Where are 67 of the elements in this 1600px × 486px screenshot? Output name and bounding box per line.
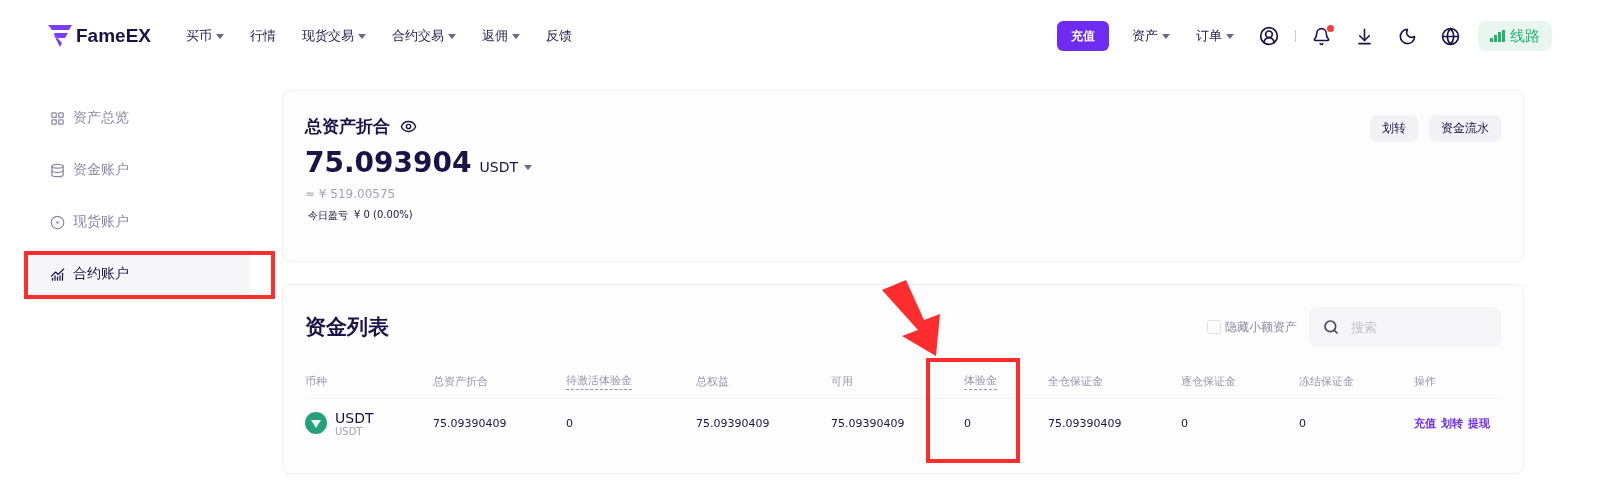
menu-link[interactable]: 订单: [1196, 27, 1234, 45]
nav-link[interactable]: 返佣: [482, 27, 520, 45]
download-icon[interactable]: [1355, 26, 1374, 46]
caret-icon: [1226, 33, 1234, 39]
checkbox-label: 隐藏小额资产: [1225, 318, 1297, 336]
nav-link[interactable]: 反馈: [546, 27, 572, 45]
checkbox[interactable]: [1207, 320, 1221, 334]
column-header: 可用: [831, 373, 853, 390]
logo-text: FameEX: [76, 25, 151, 47]
column-header: 总权益: [696, 373, 729, 390]
nav-link[interactable]: 现货交易: [302, 27, 366, 45]
action-link[interactable]: 提现: [1468, 415, 1490, 431]
signal-icon: [1490, 30, 1506, 42]
fiat-value: ≈ ¥ 519.00575: [305, 187, 397, 201]
nav-link[interactable]: 买币: [186, 27, 224, 45]
target-icon: [50, 214, 65, 230]
menu-link[interactable]: 资产: [1132, 27, 1170, 45]
sidebar-item[interactable]: 资金账户: [26, 144, 250, 196]
deposit-button[interactable]: 充值: [1057, 21, 1109, 51]
caret-icon: [1162, 33, 1170, 39]
funds-title: 资金列表: [305, 314, 390, 341]
column-header: 总资产折合: [433, 373, 488, 390]
table-cell: 75.09390409: [696, 416, 770, 430]
logo-icon: [48, 25, 72, 47]
nav-link[interactable]: 合约交易: [392, 27, 456, 45]
table-cell: 0: [566, 416, 573, 430]
action-button[interactable]: 资金流水: [1429, 115, 1501, 142]
caret-icon: [448, 33, 456, 39]
eye-icon[interactable]: [400, 118, 417, 135]
caret-icon: [216, 33, 224, 39]
pnl-label: 今日盈亏: [308, 209, 348, 223]
globe-icon[interactable]: [1441, 26, 1460, 46]
user-icon[interactable]: [1259, 26, 1279, 46]
coin-subname: USDT: [335, 425, 364, 437]
moon-icon[interactable]: [1398, 26, 1417, 46]
database-icon: [50, 162, 65, 178]
table-cell: 0: [964, 416, 971, 430]
table-cell: 75.09390409: [831, 416, 905, 430]
action-button[interactable]: 划转: [1370, 115, 1418, 142]
nav-link[interactable]: 行情: [250, 27, 276, 45]
table-cell: 75.09390409: [433, 416, 507, 430]
table-cell: 0: [1181, 416, 1188, 430]
caret-icon: [358, 33, 366, 39]
sidebar-item[interactable]: 现货账户: [26, 196, 250, 248]
sidebar-item[interactable]: 资产总览: [26, 92, 250, 144]
caret-icon: [512, 33, 520, 39]
pnl-value: ¥ 0 (0.00%): [354, 209, 413, 222]
total-amount: 75.093904: [305, 146, 472, 179]
action-link[interactable]: 划转: [1441, 415, 1463, 431]
action-link[interactable]: 充值: [1414, 415, 1436, 431]
column-header: 逐仓保证金: [1181, 373, 1236, 390]
search-icon: [1323, 319, 1339, 335]
column-header: 币种: [305, 373, 327, 390]
bell-icon[interactable]: [1312, 26, 1331, 46]
column-header: 待激活体验金: [566, 373, 632, 390]
chart-icon: [50, 266, 65, 282]
table-cell: 0: [1299, 416, 1306, 430]
coin-name: USDT: [335, 409, 374, 426]
column-header: 冻结保证金: [1299, 373, 1354, 390]
column-header: 操作: [1414, 373, 1436, 390]
grid-icon: [50, 110, 65, 126]
column-header: 全仓保证金: [1048, 373, 1103, 390]
table-cell: 75.09390409: [1048, 416, 1122, 430]
coin-icon: [305, 412, 327, 434]
summary-title: 总资产折合: [305, 115, 390, 138]
column-header: 体验金: [964, 373, 997, 390]
unit-selector[interactable]: USDT: [479, 159, 532, 175]
